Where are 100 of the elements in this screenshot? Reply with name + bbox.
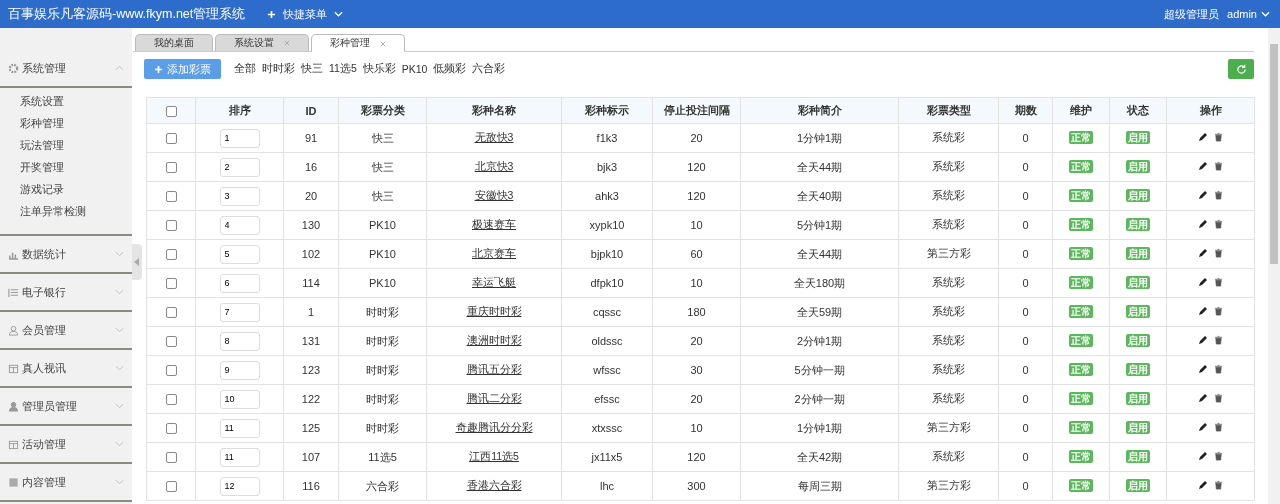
sidebar-group[interactable]: 活动管理 (0, 426, 132, 462)
delete-icon[interactable] (1214, 480, 1223, 490)
delete-icon[interactable] (1214, 335, 1223, 345)
sidebar-item[interactable]: 开奖管理 (0, 158, 64, 180)
lottery-name-link[interactable]: 腾讯二分彩 (466, 392, 522, 404)
user-menu-button[interactable]: admin (1227, 8, 1270, 20)
row-checkbox[interactable] (165, 452, 177, 464)
row-checkbox[interactable] (165, 336, 177, 348)
row-checkbox[interactable] (165, 162, 177, 174)
delete-icon[interactable] (1214, 364, 1223, 374)
lottery-name-link[interactable]: 香港六合彩 (466, 479, 522, 491)
sort-input[interactable]: 12 (219, 476, 260, 496)
sidebar-item[interactable]: 注单异常检测 (0, 202, 86, 224)
row-checkbox[interactable] (165, 394, 177, 406)
row-checkbox[interactable] (165, 423, 177, 435)
sort-input[interactable]: 3 (219, 186, 260, 206)
delete-icon[interactable] (1214, 422, 1223, 432)
sort-input[interactable]: 8 (219, 331, 260, 351)
sidebar-group[interactable]: 会员管理 (0, 312, 132, 348)
delete-icon[interactable] (1214, 277, 1223, 287)
delete-icon[interactable] (1214, 219, 1223, 229)
edit-icon[interactable] (1198, 451, 1208, 461)
lottery-name-link[interactable]: 江西11选5 (469, 450, 519, 462)
sort-input[interactable]: 10 (219, 389, 260, 409)
sort-input[interactable]: 11 (219, 447, 260, 467)
row-checkbox[interactable] (165, 133, 177, 145)
lottery-name-link[interactable]: 极速赛车 (472, 218, 516, 230)
tab[interactable]: 我的桌面 (135, 34, 213, 51)
table-cell: 0 (998, 123, 1053, 153)
lottery-name-link[interactable]: 安徽快3 (474, 189, 514, 201)
sort-input[interactable]: 6 (219, 273, 260, 293)
category-filter-link[interactable]: 快三 (301, 62, 323, 76)
row-checkbox[interactable] (165, 278, 177, 290)
sidebar-item[interactable]: 彩种管理 (0, 114, 64, 136)
delete-icon[interactable] (1214, 306, 1223, 316)
lottery-name-link[interactable]: 北京快3 (474, 160, 514, 172)
lottery-name-link[interactable]: 奇趣腾讯分分彩 (455, 421, 533, 433)
sort-input[interactable]: 4 (219, 215, 260, 235)
row-checkbox[interactable] (165, 365, 177, 377)
category-filter-link[interactable]: 六合彩 (472, 62, 506, 76)
edit-icon[interactable] (1198, 364, 1208, 374)
category-filter-link[interactable]: 低频彩 (433, 62, 467, 76)
tab[interactable]: 系统设置 (215, 34, 309, 51)
quick-menu-button[interactable]: 快捷菜单 (267, 6, 344, 22)
row-checkbox[interactable] (165, 220, 177, 232)
lottery-name-link[interactable]: 腾讯五分彩 (466, 363, 522, 375)
delete-icon[interactable] (1214, 451, 1223, 461)
lottery-name-link[interactable]: 澳洲时时彩 (466, 334, 522, 346)
lottery-name-link[interactable]: 北京赛车 (472, 247, 516, 259)
sort-input[interactable]: 7 (219, 302, 260, 322)
sort-input[interactable]: 9 (219, 360, 260, 380)
edit-icon[interactable] (1198, 219, 1208, 229)
sidebar-group[interactable]: 电子银行 (0, 274, 132, 310)
select-all-checkbox[interactable] (165, 105, 177, 117)
edit-icon[interactable] (1198, 277, 1208, 287)
sort-input[interactable]: 11 (219, 418, 260, 438)
row-checkbox[interactable] (165, 481, 177, 493)
edit-icon[interactable] (1198, 132, 1208, 142)
edit-icon[interactable] (1198, 161, 1208, 171)
row-checkbox[interactable] (165, 307, 177, 319)
edit-icon[interactable] (1198, 422, 1208, 432)
category-filter-link[interactable]: 11选5 (329, 62, 357, 76)
edit-icon[interactable] (1198, 393, 1208, 403)
lottery-name-link[interactable]: 重庆时时彩 (466, 305, 522, 317)
table-cell: 120 (652, 442, 741, 472)
edit-icon[interactable] (1198, 480, 1208, 490)
delete-icon[interactable] (1214, 161, 1223, 171)
edit-icon[interactable] (1198, 248, 1208, 258)
delete-icon[interactable] (1214, 248, 1223, 258)
edit-icon[interactable] (1198, 335, 1208, 345)
sidebar-group[interactable]: 真人视讯 (0, 350, 132, 386)
category-filter-link[interactable]: 快乐彩 (362, 62, 396, 76)
tab[interactable]: 彩种管理 (311, 34, 405, 52)
sidebar-item[interactable]: 系统设置 (0, 92, 64, 114)
row-checkbox[interactable] (165, 191, 177, 203)
sidebar-item[interactable]: 游戏记录 (0, 180, 64, 202)
sidebar-group[interactable]: 管理员管理 (0, 388, 132, 424)
category-filter-link[interactable]: 时时彩 (262, 62, 295, 76)
sidebar-group[interactable]: 系统管理 (0, 50, 132, 86)
sort-input[interactable]: 5 (219, 244, 260, 264)
edit-icon[interactable] (1198, 190, 1208, 200)
maintenance-badge: 正常 (1069, 363, 1093, 376)
sidebar-group[interactable]: 内容管理 (0, 464, 132, 500)
row-checkbox[interactable] (165, 249, 177, 261)
lottery-name-link[interactable]: 无敌快3 (474, 131, 514, 143)
refresh-button[interactable] (1228, 59, 1254, 79)
delete-icon[interactable] (1214, 132, 1223, 142)
sidebar-collapse-handle[interactable] (132, 244, 142, 280)
sort-input[interactable]: 2 (219, 157, 260, 177)
scrollbar[interactable] (1268, 28, 1280, 504)
sidebar-item[interactable]: 玩法管理 (0, 136, 64, 158)
lottery-name-link[interactable]: 幸运飞艇 (472, 276, 516, 288)
delete-icon[interactable] (1214, 190, 1223, 200)
edit-icon[interactable] (1198, 306, 1208, 316)
category-filter-link[interactable]: 全部 (234, 62, 256, 76)
table-cell: jx11x5 (561, 442, 653, 472)
category-filter-link[interactable]: PK10 (401, 63, 428, 75)
delete-icon[interactable] (1214, 393, 1223, 403)
sort-input[interactable]: 1 (219, 128, 260, 148)
sidebar-group[interactable]: 数据统计 (0, 236, 132, 272)
